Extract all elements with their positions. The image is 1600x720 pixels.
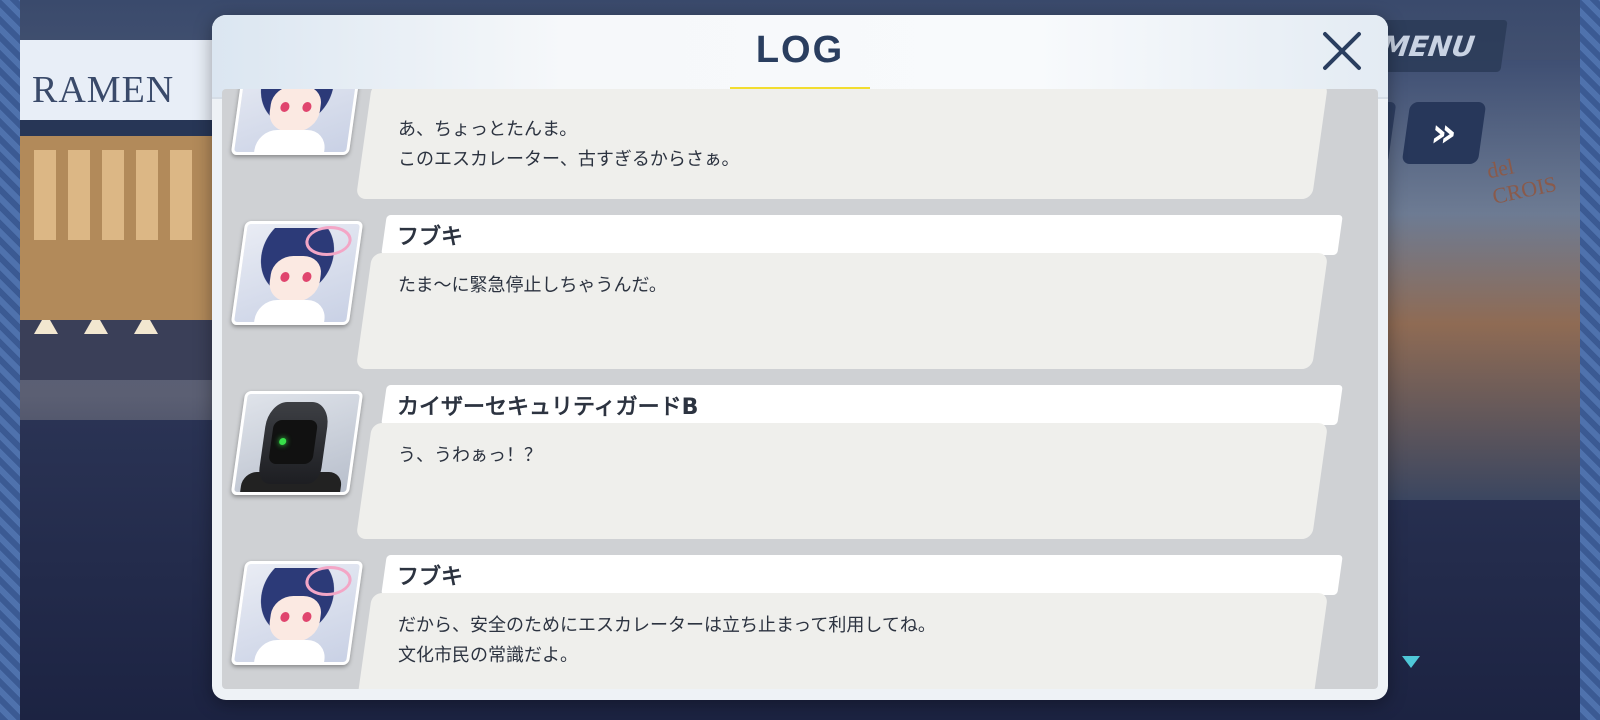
bakery-sign: del CROIS: [1484, 153, 1559, 209]
log-entry: フブキ たま～に緊急停止しちゃうんだ。: [222, 215, 1378, 371]
dialogue-line: このエスカレーター、古すぎるからさぁ。: [398, 149, 740, 170]
left-frame-border: [0, 0, 20, 720]
hanging-lamp: [84, 290, 108, 334]
log-entry: フブキ だから、安全のためにエスカレーターは立ち止まって利用してね。 文化市民の…: [222, 555, 1378, 689]
log-title: LOG: [755, 29, 845, 71]
fubuki-portrait-icon: [230, 561, 364, 665]
log-panel: LOG あ、ちょっとたんま。 このエスカレーター、古すぎるからさぁ。 フブキ た…: [212, 15, 1388, 700]
dialogue-line: たま～に緊急停止しちゃうんだ。: [398, 275, 667, 296]
dialogue-bubble: [355, 89, 1329, 199]
dialogue-line: 文化市民の常識だよ。: [398, 645, 578, 666]
fubuki-portrait-icon: [230, 89, 364, 155]
shop-window: [68, 150, 90, 240]
hanging-lamp: [134, 290, 158, 334]
ramen-sign: RAMEN: [32, 69, 175, 111]
speaker-name-tab: [381, 215, 1343, 255]
speaker-name-tab: [381, 555, 1343, 595]
speaker-name: フブキ: [397, 225, 464, 250]
skip-button[interactable]: »: [1401, 102, 1487, 164]
log-header: LOG: [212, 15, 1388, 99]
next-indicator-icon: [1402, 656, 1420, 668]
dialogue-line: だから、安全のためにエスカレーターは立ち止まって利用してね。: [398, 615, 936, 636]
log-entry: あ、ちょっとたんま。 このエスカレーター、古すぎるからさぁ。: [222, 89, 1378, 201]
shop-window: [34, 150, 56, 240]
close-icon[interactable]: [1318, 27, 1366, 75]
speaker-name: カイザーセキュリティガードB: [397, 395, 699, 420]
fubuki-portrait-icon: [230, 221, 364, 325]
shop-window: [136, 150, 158, 240]
ramen-shop: RAMEN: [20, 40, 220, 380]
log-list[interactable]: あ、ちょっとたんま。 このエスカレーター、古すぎるからさぁ。 フブキ たま～に緊…: [222, 89, 1378, 689]
fast-forward-icon: »: [1427, 110, 1461, 156]
right-frame-border: [1580, 0, 1600, 720]
hanging-lamp: [34, 290, 58, 334]
speaker-name: フブキ: [397, 565, 464, 590]
log-entry: カイザーセキュリティガードB う、うわぁっ！？: [222, 385, 1378, 541]
shop-window: [102, 150, 124, 240]
dialogue-line: あ、ちょっとたんま。: [398, 119, 578, 140]
security-guard-portrait-icon: [230, 391, 364, 495]
shop-window: [170, 150, 192, 240]
dialogue-line: う、うわぁっ！？: [398, 445, 542, 466]
